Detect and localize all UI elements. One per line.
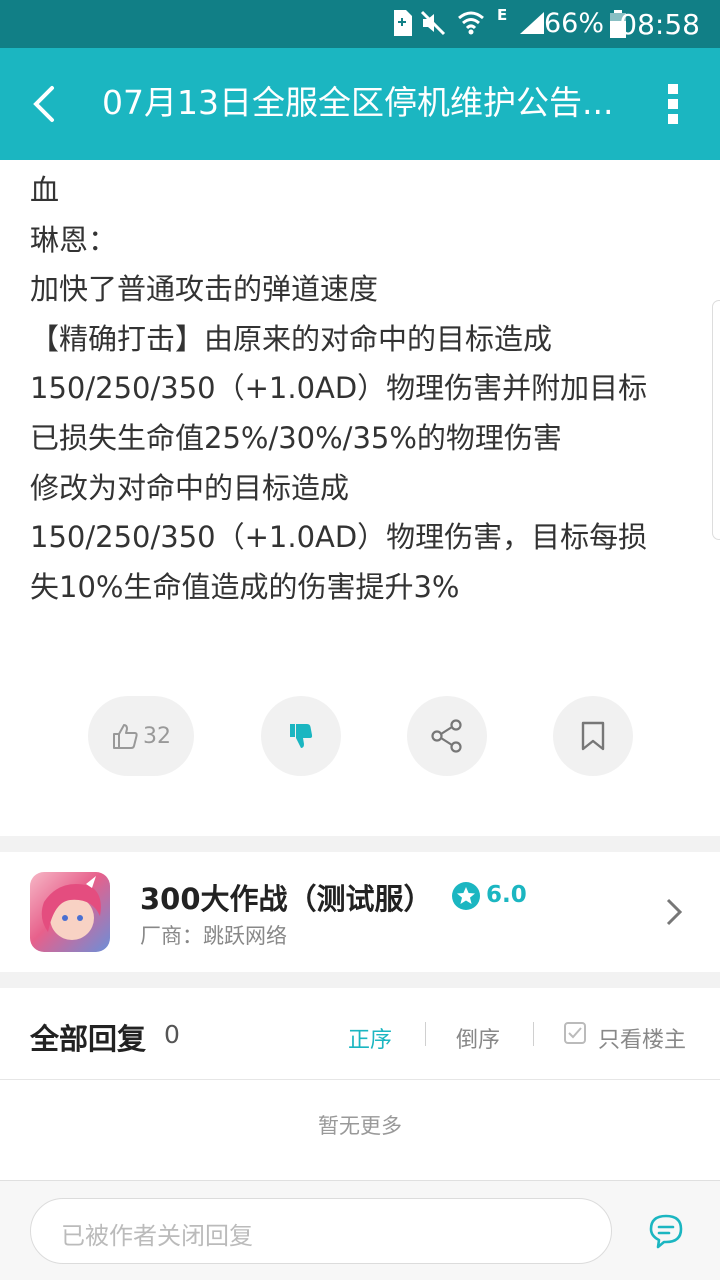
app-bar: 07月13日全服全区停机维护公告... — [0, 48, 720, 160]
thumbs-up-icon — [113, 724, 138, 749]
article-line: 加快了普通攻击的弹道速度 — [30, 272, 379, 307]
article-line: 修改为对命中的目标造成 — [30, 470, 350, 505]
status-bar: E 66% 08:58 — [0, 0, 720, 48]
network-type: E — [497, 6, 508, 24]
scroll-indicator[interactable] — [712, 300, 720, 540]
game-card[interactable]: 300大作战（测试服） 6.0 厂商：跳跃网络 — [0, 852, 720, 972]
back-arrow-icon[interactable] — [26, 80, 66, 128]
action-row: 32 — [0, 696, 720, 776]
game-name: 300大作战（测试服） — [140, 882, 433, 916]
separator — [533, 1022, 534, 1046]
bottom-bar: 已被作者关闭回复 — [0, 1180, 720, 1280]
like-count: 32 — [143, 723, 171, 749]
section-divider — [0, 836, 720, 852]
article-line: 琳恩： — [30, 222, 118, 257]
game-icon[interactable] — [30, 872, 110, 952]
no-more-text: 暂无更多 — [318, 1114, 402, 1138]
game-rating: 6.0 — [486, 882, 527, 908]
separator — [425, 1022, 426, 1046]
bookmark-button[interactable] — [553, 696, 633, 776]
reply-placeholder: 已被作者关闭回复 — [61, 1222, 253, 1250]
sort-ascending-button[interactable]: 正序 — [348, 1022, 392, 1054]
dislike-button[interactable] — [261, 696, 341, 776]
thumbs-down-icon — [290, 724, 313, 748]
article-line: 血 — [30, 173, 60, 207]
mute-icon — [420, 10, 446, 36]
more-vert-icon[interactable] — [666, 84, 680, 124]
section-divider — [0, 972, 720, 988]
chevron-right-icon[interactable] — [664, 898, 684, 926]
reply-input[interactable]: 已被作者关闭回复 — [30, 1198, 612, 1264]
page-title: 07月13日全服全区停机维护公告... — [102, 83, 614, 122]
article-line: 150/250/350（+1.0AD）物理伤害并附加目标 — [30, 371, 648, 406]
bookmark-icon — [581, 721, 605, 751]
wifi-icon — [458, 11, 484, 35]
replies-count: 0 — [164, 1020, 180, 1049]
battery-percent: 66% — [543, 8, 604, 39]
clock: 08:58 — [619, 8, 700, 41]
share-button[interactable] — [407, 696, 487, 776]
sort-descending-button[interactable]: 倒序 — [456, 1022, 500, 1054]
only-author-checkbox[interactable] — [564, 1022, 586, 1044]
star-icon — [452, 882, 480, 910]
like-button[interactable]: 32 — [88, 696, 194, 776]
article-line: 已损失生命值25%/30%/35%的物理伤害 — [30, 420, 562, 455]
article-body: 血 琳恩： 加快了普通攻击的弹道速度 【精确打击】由原来的对命中的目标造成 15… — [30, 166, 690, 612]
only-author-label[interactable]: 只看楼主 — [598, 1022, 686, 1054]
sim-icon — [394, 10, 412, 36]
game-vendor: 厂商：跳跃网络 — [140, 924, 287, 948]
article-line: 失10%生命值造成的伤害提升3% — [30, 569, 460, 604]
article-line: 150/250/350（+1.0AD）物理伤害，目标每损 — [30, 520, 648, 555]
article-line: 【精确打击】由原来的对命中的目标造成 — [30, 321, 553, 356]
share-icon — [431, 719, 462, 753]
signal-icon — [520, 12, 544, 34]
comment-icon[interactable] — [648, 1213, 684, 1249]
replies-header: 全部回复 0 正序 倒序 只看楼主 — [0, 988, 720, 1080]
replies-title: 全部回复 — [30, 1022, 147, 1056]
